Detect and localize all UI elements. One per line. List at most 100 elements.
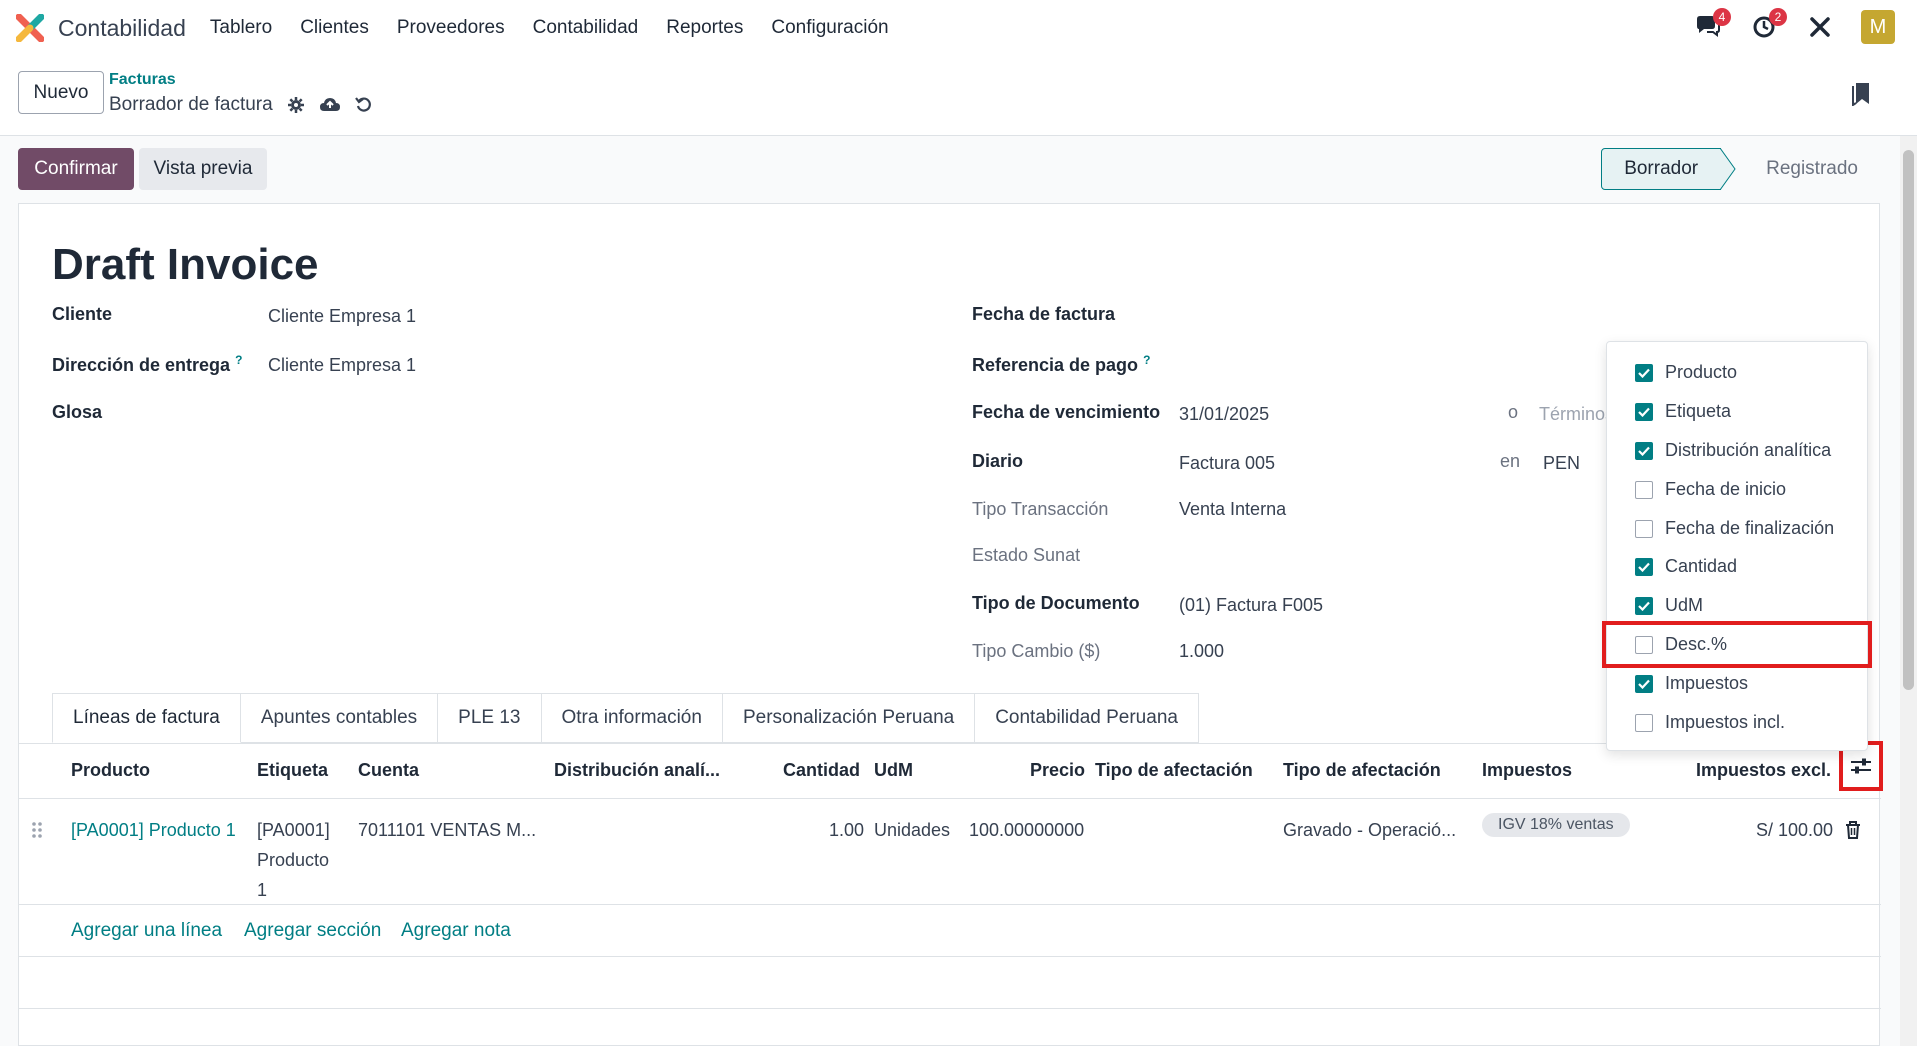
cliente-label: Cliente — [52, 304, 113, 324]
column-toggle-producto[interactable]: Producto — [1635, 362, 1737, 383]
new-button[interactable]: Nuevo — [18, 71, 104, 114]
user-avatar[interactable]: M — [1861, 10, 1895, 44]
cell-cuenta[interactable]: 7011101 VENTAS M... — [358, 815, 536, 845]
confirm-button[interactable]: Confirmar — [18, 148, 134, 190]
menu-clientes[interactable]: Clientes — [300, 17, 369, 39]
cell-udm[interactable]: Unidades — [874, 815, 950, 845]
messages-button[interactable]: 4 — [1693, 8, 1731, 42]
tab-contabilidad-peruana[interactable]: Contabilidad Peruana — [975, 693, 1199, 743]
column-toggle-fecha-inicio[interactable]: Fecha de inicio — [1635, 479, 1786, 500]
breadcrumb-parent[interactable]: Facturas — [109, 71, 176, 89]
tab-apuntes-contables[interactable]: Apuntes contables — [240, 693, 439, 743]
tab-personalizacion-peruana[interactable]: Personalización Peruana — [722, 693, 976, 743]
column-toggle-cantidad[interactable]: Cantidad — [1635, 556, 1737, 577]
col-etiqueta[interactable]: Etiqueta — [257, 760, 328, 781]
currency-field[interactable]: PEN — [1543, 453, 1580, 474]
menu-reportes[interactable]: Reportes — [666, 17, 743, 39]
tipo-documento-field[interactable]: (01) Factura F005 — [1179, 595, 1323, 616]
col-tipo-afectacion-2[interactable]: Tipo de afectación — [1283, 760, 1441, 781]
tipo-cambio-field[interactable]: 1.000 — [1179, 641, 1224, 662]
tax-badge[interactable]: IGV 18% ventas — [1482, 813, 1630, 837]
menu-proveedores[interactable]: Proveedores — [397, 17, 505, 39]
add-section-link[interactable]: Agregar sección — [244, 920, 381, 942]
checkbox-checked-icon[interactable] — [1635, 402, 1653, 421]
systray: 4 2 M — [1693, 8, 1895, 44]
vencimiento-field[interactable]: 31/01/2025 — [1179, 404, 1269, 425]
column-toggle-fecha-finalizacion[interactable]: Fecha de finalización — [1635, 518, 1834, 539]
tab-otra-informacion[interactable]: Otra información — [541, 693, 723, 743]
app-brand[interactable]: Contabilidad — [16, 14, 196, 42]
tab-ple13[interactable]: PLE 13 — [438, 693, 542, 743]
status-posted[interactable]: Registrado — [1736, 148, 1880, 190]
menu-configuracion[interactable]: Configuración — [771, 17, 888, 39]
column-toggle-label: Distribución analítica — [1665, 440, 1832, 460]
cell-etiqueta[interactable]: [PA0001] Producto 1 — [257, 815, 330, 905]
payment-terms-field[interactable]: Términos — [1539, 404, 1607, 425]
col-precio[interactable]: Precio — [1030, 760, 1085, 781]
col-producto[interactable]: Producto — [71, 760, 150, 781]
col-distribucion[interactable]: Distribución analí... — [554, 760, 720, 781]
column-toggle-label: Fecha de finalización — [1665, 518, 1835, 538]
diario-label: Diario — [972, 451, 1024, 471]
trash-icon[interactable] — [1845, 821, 1861, 839]
sliders-icon — [1851, 758, 1871, 774]
tipo-transaccion-field[interactable]: Venta Interna — [1179, 499, 1286, 520]
add-note-link[interactable]: Agregar nota — [401, 920, 511, 942]
empty-row — [19, 957, 1881, 1009]
checkbox-empty-icon[interactable] — [1635, 480, 1653, 499]
activities-button[interactable]: 2 — [1749, 8, 1787, 42]
fecha-factura-label: Fecha de factura — [972, 304, 1116, 324]
scrollbar-thumb[interactable] — [1903, 150, 1914, 690]
tools-button[interactable] — [1805, 12, 1835, 42]
col-impuestos[interactable]: Impuestos — [1482, 760, 1572, 781]
checkbox-checked-icon[interactable] — [1635, 441, 1653, 460]
column-toggle-distribucion[interactable]: Distribución analítica — [1635, 440, 1831, 461]
column-toggle-udm[interactable]: UdM — [1635, 595, 1703, 616]
column-toggle-impuestos-incl[interactable]: Impuestos incl. — [1635, 712, 1785, 733]
col-udm[interactable]: UdM — [874, 760, 913, 781]
add-line-link[interactable]: Agregar una línea — [71, 920, 222, 942]
col-cuenta[interactable]: Cuenta — [358, 760, 419, 781]
cliente-field[interactable]: Cliente Empresa 1 — [268, 306, 416, 327]
column-toggle-impuestos[interactable]: Impuestos — [1635, 673, 1748, 694]
cloud-save-icon[interactable] — [319, 94, 341, 116]
column-toggle-label: Fecha de inicio — [1665, 479, 1787, 499]
checkbox-empty-icon[interactable] — [1635, 713, 1653, 732]
col-impuestos-excl[interactable]: Impuestos excl. — [1696, 760, 1840, 781]
cell-tipo-afectacion[interactable]: Gravado - Operació... — [1283, 815, 1456, 845]
checkbox-checked-icon[interactable] — [1635, 674, 1653, 693]
column-toggle-label: Impuestos incl. — [1665, 712, 1786, 732]
activities-badge: 2 — [1769, 8, 1787, 26]
cell-precio[interactable]: 100.00000000 — [969, 815, 1084, 845]
status-draft[interactable]: Borrador — [1601, 148, 1722, 190]
tab-lineas-factura[interactable]: Líneas de factura — [52, 693, 241, 743]
checkbox-empty-icon[interactable] — [1635, 519, 1653, 538]
col-tipo-afectacion-1[interactable]: Tipo de afectación — [1095, 760, 1253, 781]
checkbox-checked-icon[interactable] — [1635, 596, 1653, 615]
menu-tablero[interactable]: Tablero — [210, 17, 272, 39]
notebook-tabs: Líneas de factura Apuntes contables PLE … — [52, 693, 1199, 743]
main-menu: Tablero Clientes Proveedores Contabilida… — [196, 17, 903, 39]
column-toggle-label: Cantidad — [1665, 556, 1738, 576]
cell-cantidad[interactable]: 1.00 — [829, 815, 864, 845]
or-label: o — [1508, 402, 1519, 422]
col-cantidad[interactable]: Cantidad — [783, 760, 860, 781]
drag-handle-icon[interactable] — [31, 821, 43, 839]
checkbox-checked-icon[interactable] — [1635, 557, 1653, 576]
bookmark-icon[interactable] — [1851, 82, 1871, 112]
direccion-field[interactable]: Cliente Empresa 1 — [268, 355, 416, 376]
status-bar: Borrador Registrado — [1601, 148, 1880, 190]
column-toggle-label: Impuestos — [1665, 673, 1749, 693]
preview-button[interactable]: Vista previa — [139, 148, 267, 190]
invoice-title: Draft Invoice — [52, 240, 319, 289]
help-icon[interactable]: ? — [1143, 353, 1150, 367]
checkbox-checked-icon[interactable] — [1635, 363, 1653, 382]
cell-producto[interactable]: [PA0001] Producto 1 — [71, 815, 236, 845]
help-icon[interactable]: ? — [235, 353, 242, 367]
menu-contabilidad[interactable]: Contabilidad — [533, 17, 639, 39]
column-toggle-etiqueta[interactable]: Etiqueta — [1635, 401, 1731, 422]
diario-field[interactable]: Factura 005 — [1179, 453, 1275, 474]
gear-icon[interactable] — [285, 94, 307, 116]
discard-icon[interactable] — [353, 94, 375, 116]
table-row[interactable]: [PA0001] Producto 1 [PA0001] Producto 1 … — [19, 799, 1881, 905]
